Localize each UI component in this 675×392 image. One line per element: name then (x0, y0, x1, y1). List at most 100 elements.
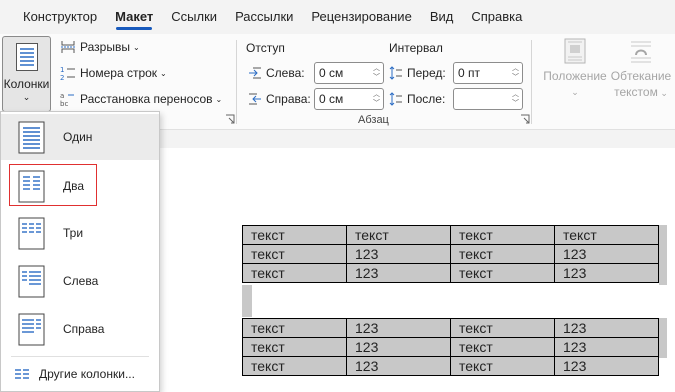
columns-option-right[interactable]: Справа (1, 306, 159, 352)
wrap-text-icon (631, 41, 651, 63)
right-column-icon (18, 313, 45, 345)
svg-text:a: a (60, 92, 64, 100)
indent-right-row: Справа: (248, 88, 311, 110)
columns-option-two[interactable]: Два (1, 163, 159, 209)
table-cell[interactable]: текст (450, 244, 555, 264)
table-cell[interactable]: 123 (346, 356, 451, 376)
table-row: текст 123 текст 123 (242, 337, 659, 357)
table-cell[interactable]: текст (242, 263, 347, 283)
column-marker (659, 225, 667, 285)
svg-text:bc: bc (60, 100, 68, 107)
left-column-icon (18, 265, 45, 297)
columns-label: Колонки (3, 77, 50, 91)
indent-left-label: Слева: (266, 66, 305, 80)
chevron-down-icon: ⌄ (132, 42, 140, 52)
document-table-2[interactable]: текст 123 текст 123 текст 123 текст 123 текст 123… (242, 318, 659, 376)
spacing-before-input[interactable]: 0 пт ︿ ﹀ (453, 62, 523, 84)
table-cell[interactable]: текст (242, 356, 347, 376)
tab-references[interactable]: Ссылки (162, 0, 226, 34)
columns-option-left[interactable]: Слева (1, 258, 159, 304)
columns-option-label: Два (63, 179, 85, 193)
table-cell[interactable]: 123 (554, 263, 659, 283)
breaks-button[interactable]: Разрывы ⌄ (60, 36, 140, 58)
table-cell[interactable]: 123 (346, 244, 451, 264)
document-table-1[interactable]: текст текст текст текст текст 123 текст 123 текс… (242, 225, 659, 283)
wrap-text-button[interactable]: Обтекание текстом ⌄ (606, 38, 675, 101)
indent-right-input[interactable]: 0 см ︿ ﹀ (314, 88, 384, 110)
tab-mailings[interactable]: Рассылки (226, 0, 302, 34)
spinner-arrows-icon[interactable]: ︿ ﹀ (373, 90, 380, 108)
table-cell[interactable]: 123 (554, 244, 659, 264)
position-button[interactable]: Положение ⌄ (540, 38, 610, 100)
table-cell[interactable]: текст (242, 244, 347, 264)
spacing-before-row: Перед: (389, 62, 446, 84)
indent-heading: Отступ (246, 41, 285, 55)
tab-design[interactable]: Конструктор (14, 0, 106, 34)
columns-button[interactable]: Колонки ⌄ (2, 36, 51, 112)
spinner-arrows-icon[interactable]: ︿ ﹀ (512, 90, 519, 108)
table-row: текст 123 текст 123 (242, 356, 659, 376)
wrap-text-label-2: текстом ⌄ (614, 85, 668, 99)
table-cell[interactable]: текст (450, 263, 555, 283)
spinner-arrows-icon[interactable]: ︿ ﹀ (512, 64, 519, 82)
three-columns-icon (18, 217, 45, 249)
spacing-before-icon (389, 66, 402, 80)
table-cell[interactable]: текст (450, 225, 555, 245)
columns-option-label: Три (63, 226, 84, 240)
tab-review[interactable]: Рецензирование (302, 0, 420, 34)
position-label: Положение (543, 69, 607, 83)
columns-option-label: Слева (63, 274, 99, 288)
hyphenation-button[interactable]: a bc Расстановка переносов ⌄ (60, 88, 222, 110)
chevron-down-icon: ⌄ (571, 87, 579, 97)
columns-dropdown: Один Два Три Слева Справа Другие колонки… (0, 111, 160, 392)
spacing-after-input[interactable]: ︿ ﹀ (453, 88, 523, 110)
paragraph-marker (242, 285, 252, 317)
more-columns-item[interactable]: Другие колонки... (15, 364, 135, 384)
tab-help[interactable]: Справка (462, 0, 531, 34)
table-cell[interactable]: 123 (554, 337, 659, 357)
tab-view[interactable]: Вид (421, 0, 463, 34)
dialog-launcher-icon[interactable] (520, 114, 530, 124)
table-cell[interactable]: текст (242, 225, 347, 245)
spacing-after-label: После: (407, 92, 446, 106)
table-cell[interactable]: текст (242, 337, 347, 357)
table-cell[interactable]: текст (450, 337, 555, 357)
spacing-before-label: Перед: (407, 66, 446, 80)
indent-left-input[interactable]: 0 см ︿ ﹀ (314, 62, 384, 84)
group-divider (531, 40, 532, 124)
table-cell[interactable]: текст (346, 225, 451, 245)
one-column-icon (18, 121, 45, 153)
spacing-heading: Интервал (389, 41, 443, 55)
columns-option-label: Справа (63, 322, 105, 336)
line-numbers-label: Номера строк (80, 66, 158, 80)
table-cell[interactable]: текст (554, 225, 659, 245)
table-cell[interactable]: 123 (346, 318, 451, 338)
more-columns-label: Другие колонки... (39, 367, 135, 381)
svg-text:2: 2 (60, 74, 64, 81)
column-marker (659, 318, 667, 358)
table-cell[interactable]: 123 (554, 356, 659, 376)
indent-left-icon (249, 67, 261, 79)
indent-right-icon (249, 93, 261, 105)
dialog-launcher-icon[interactable] (225, 114, 235, 124)
chevron-down-icon: ⌄ (215, 94, 223, 104)
columns-option-label: Один (63, 130, 93, 144)
wrap-text-label-1: Обтекание (610, 69, 672, 83)
line-numbers-button[interactable]: 1 2 Номера строк ⌄ (60, 62, 167, 84)
hyphenation-icon: a bc (60, 92, 74, 107)
columns-option-three[interactable]: Три (1, 210, 159, 256)
ribbon-tabs: Конструктор Макет Ссылки Рассылки Реценз… (0, 0, 675, 34)
table-cell[interactable]: 123 (346, 263, 451, 283)
table-cell[interactable]: текст (450, 318, 555, 338)
tab-layout[interactable]: Макет (106, 0, 162, 34)
table-cell[interactable]: 123 (554, 318, 659, 338)
breaks-icon (61, 41, 75, 53)
table-cell[interactable]: текст (242, 318, 347, 338)
table-cell[interactable]: 123 (346, 337, 451, 357)
spacing-after-icon (389, 92, 402, 106)
columns-option-one[interactable]: Один (1, 114, 159, 160)
spinner-arrows-icon[interactable]: ︿ ﹀ (373, 64, 380, 82)
two-columns-icon (18, 170, 45, 202)
chevron-down-icon: ⌄ (160, 68, 167, 78)
table-cell[interactable]: текст (450, 356, 555, 376)
